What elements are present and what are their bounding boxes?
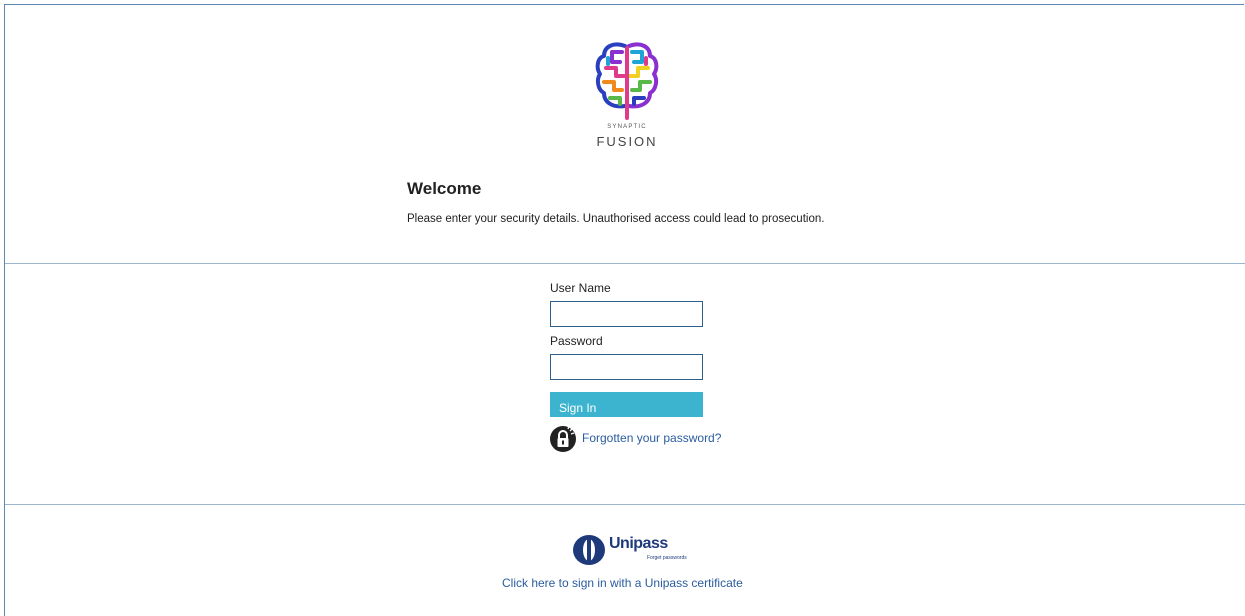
forgot-password-link[interactable]: Forgotten your password? (582, 431, 721, 445)
divider (5, 504, 1245, 505)
username-field[interactable] (550, 301, 703, 327)
sign-in-button[interactable]: Sign In (550, 392, 703, 417)
brand-tagline: SYNAPTIC (607, 124, 647, 130)
password-label: Password (550, 334, 603, 348)
divider (5, 263, 1245, 264)
password-field[interactable] (550, 354, 703, 380)
unipass-tag: Forget passwords (647, 555, 687, 561)
username-label: User Name (550, 281, 611, 295)
unipass-sign-in-link[interactable]: Click here to sign in with a Unipass cer… (502, 576, 743, 590)
security-notice: Please enter your security details. Unau… (407, 213, 825, 225)
unipass-logo-icon (572, 534, 606, 566)
brand-name: FUSION (596, 134, 658, 149)
lock-icon (549, 425, 577, 453)
page-title: Welcome (407, 179, 482, 198)
brain-icon (595, 42, 659, 120)
unipass-name: Unipass (609, 535, 668, 552)
